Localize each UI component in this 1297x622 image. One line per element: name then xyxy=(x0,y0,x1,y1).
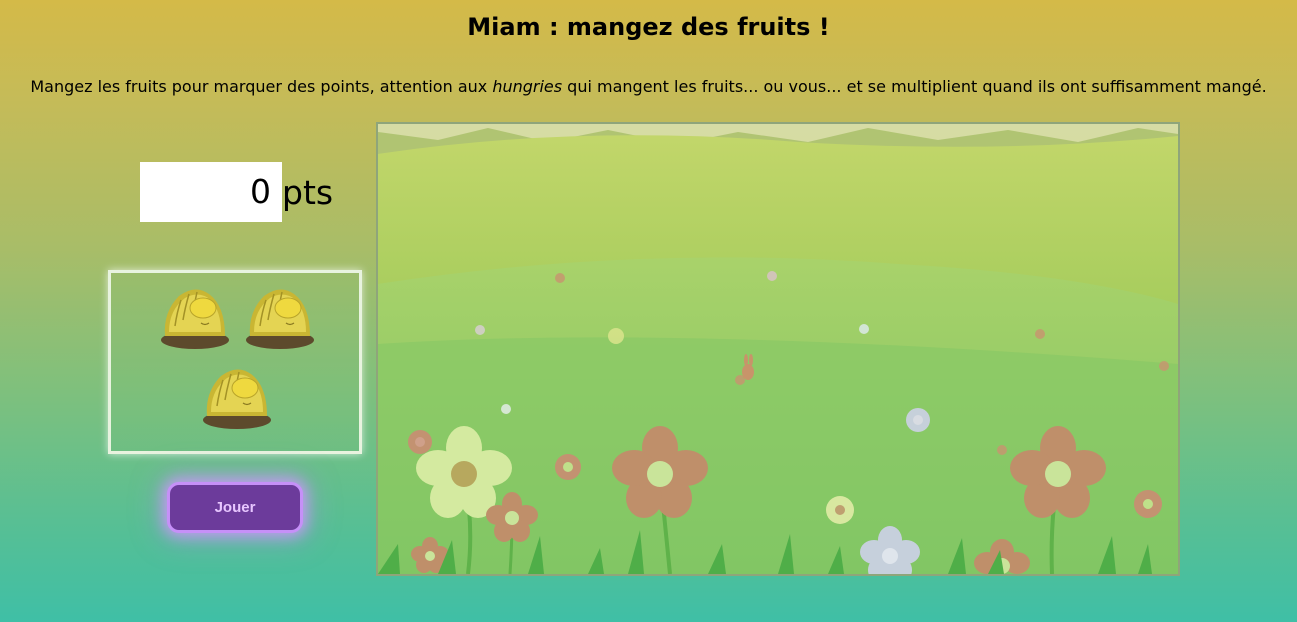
instructions-text-end: qui mangent les fruits... ou vous... et … xyxy=(562,77,1267,96)
lives-panel xyxy=(108,270,362,454)
hungry-life-icon xyxy=(201,362,273,434)
page-title: Miam : mangez des fruits ! xyxy=(467,13,830,41)
hungries-term: hungries xyxy=(492,77,563,96)
hungry-life-icon xyxy=(159,282,231,354)
hungry-life-icon xyxy=(244,282,316,354)
game-instructions: Mangez les fruits pour marquer des point… xyxy=(0,77,1297,96)
score-display: 0 xyxy=(140,162,282,222)
game-field[interactable] xyxy=(376,122,1180,576)
instructions-text-start: Mangez les fruits pour marquer des point… xyxy=(30,77,493,96)
score-unit-label: pts xyxy=(282,173,334,212)
play-button[interactable]: Jouer xyxy=(167,482,303,533)
